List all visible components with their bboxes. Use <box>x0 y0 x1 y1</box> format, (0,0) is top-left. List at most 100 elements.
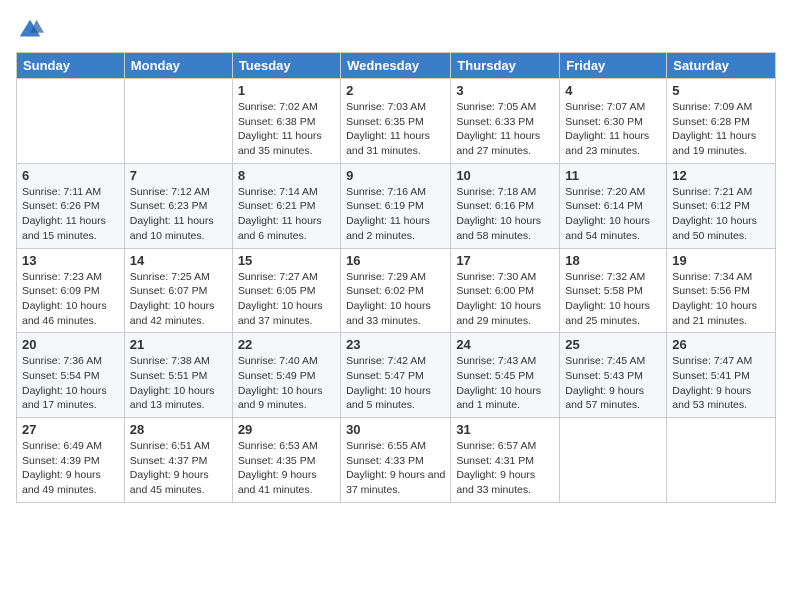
daylight-label: Daylight: 11 hours and 6 minutes. <box>238 215 322 242</box>
sunset-label: Sunset: 5:45 PM <box>456 370 534 382</box>
daylight-label: Daylight: 9 hours and 45 minutes. <box>130 469 209 496</box>
sunrise-label: Sunrise: 7:09 AM <box>672 101 752 113</box>
sunrise-label: Sunrise: 7:36 AM <box>22 355 102 367</box>
day-info: Sunrise: 7:23 AM Sunset: 6:09 PM Dayligh… <box>22 270 119 329</box>
day-header-monday: Monday <box>124 53 232 79</box>
daylight-label: Daylight: 9 hours and 41 minutes. <box>238 469 317 496</box>
calendar-cell: 13 Sunrise: 7:23 AM Sunset: 6:09 PM Dayl… <box>17 248 125 333</box>
calendar-cell: 26 Sunrise: 7:47 AM Sunset: 5:41 PM Dayl… <box>667 333 776 418</box>
day-info: Sunrise: 7:07 AM Sunset: 6:30 PM Dayligh… <box>565 100 661 159</box>
day-info: Sunrise: 7:02 AM Sunset: 6:38 PM Dayligh… <box>238 100 335 159</box>
calendar-cell: 1 Sunrise: 7:02 AM Sunset: 6:38 PM Dayli… <box>232 79 340 164</box>
calendar-cell: 30 Sunrise: 6:55 AM Sunset: 4:33 PM Dayl… <box>341 418 451 503</box>
sunrise-label: Sunrise: 7:20 AM <box>565 186 645 198</box>
daylight-label: Daylight: 10 hours and 54 minutes. <box>565 215 650 242</box>
day-number: 28 <box>130 422 227 437</box>
sunrise-label: Sunrise: 7:11 AM <box>22 186 101 198</box>
sunset-label: Sunset: 6:19 PM <box>346 200 424 212</box>
daylight-label: Daylight: 10 hours and 17 minutes. <box>22 385 107 412</box>
day-number: 8 <box>238 168 335 183</box>
daylight-label: Daylight: 11 hours and 23 minutes. <box>565 130 649 157</box>
page-header <box>16 16 776 44</box>
day-info: Sunrise: 7:40 AM Sunset: 5:49 PM Dayligh… <box>238 354 335 413</box>
day-info: Sunrise: 7:42 AM Sunset: 5:47 PM Dayligh… <box>346 354 445 413</box>
day-header-thursday: Thursday <box>451 53 560 79</box>
sunrise-label: Sunrise: 7:42 AM <box>346 355 426 367</box>
sunset-label: Sunset: 6:21 PM <box>238 200 316 212</box>
day-number: 6 <box>22 168 119 183</box>
sunrise-label: Sunrise: 6:53 AM <box>238 440 318 452</box>
day-number: 23 <box>346 337 445 352</box>
sunset-label: Sunset: 6:05 PM <box>238 285 316 297</box>
sunrise-label: Sunrise: 7:30 AM <box>456 271 536 283</box>
day-number: 9 <box>346 168 445 183</box>
daylight-label: Daylight: 11 hours and 10 minutes. <box>130 215 214 242</box>
daylight-label: Daylight: 10 hours and 21 minutes. <box>672 300 757 327</box>
calendar-cell: 2 Sunrise: 7:03 AM Sunset: 6:35 PM Dayli… <box>341 79 451 164</box>
sunrise-label: Sunrise: 7:32 AM <box>565 271 645 283</box>
day-info: Sunrise: 7:32 AM Sunset: 5:58 PM Dayligh… <box>565 270 661 329</box>
sunset-label: Sunset: 6:16 PM <box>456 200 534 212</box>
sunrise-label: Sunrise: 7:25 AM <box>130 271 210 283</box>
day-number: 31 <box>456 422 554 437</box>
calendar-cell: 31 Sunrise: 6:57 AM Sunset: 4:31 PM Dayl… <box>451 418 560 503</box>
day-info: Sunrise: 7:20 AM Sunset: 6:14 PM Dayligh… <box>565 185 661 244</box>
calendar-cell <box>667 418 776 503</box>
sunrise-label: Sunrise: 7:03 AM <box>346 101 426 113</box>
sunrise-label: Sunrise: 7:34 AM <box>672 271 752 283</box>
sunrise-label: Sunrise: 6:55 AM <box>346 440 426 452</box>
daylight-label: Daylight: 11 hours and 15 minutes. <box>22 215 106 242</box>
day-info: Sunrise: 7:25 AM Sunset: 6:07 PM Dayligh… <box>130 270 227 329</box>
day-info: Sunrise: 7:27 AM Sunset: 6:05 PM Dayligh… <box>238 270 335 329</box>
sunrise-label: Sunrise: 7:05 AM <box>456 101 536 113</box>
calendar-cell: 12 Sunrise: 7:21 AM Sunset: 6:12 PM Dayl… <box>667 163 776 248</box>
sunset-label: Sunset: 5:49 PM <box>238 370 316 382</box>
daylight-label: Daylight: 10 hours and 29 minutes. <box>456 300 541 327</box>
daylight-label: Daylight: 10 hours and 58 minutes. <box>456 215 541 242</box>
daylight-label: Daylight: 10 hours and 37 minutes. <box>238 300 323 327</box>
sunset-label: Sunset: 5:43 PM <box>565 370 643 382</box>
sunrise-label: Sunrise: 7:12 AM <box>130 186 210 198</box>
calendar-cell <box>17 79 125 164</box>
calendar-cell: 6 Sunrise: 7:11 AM Sunset: 6:26 PM Dayli… <box>17 163 125 248</box>
calendar-cell: 14 Sunrise: 7:25 AM Sunset: 6:07 PM Dayl… <box>124 248 232 333</box>
logo <box>16 16 48 44</box>
day-info: Sunrise: 7:03 AM Sunset: 6:35 PM Dayligh… <box>346 100 445 159</box>
daylight-label: Daylight: 10 hours and 9 minutes. <box>238 385 323 412</box>
day-info: Sunrise: 7:38 AM Sunset: 5:51 PM Dayligh… <box>130 354 227 413</box>
sunset-label: Sunset: 4:39 PM <box>22 455 100 467</box>
daylight-label: Daylight: 10 hours and 33 minutes. <box>346 300 431 327</box>
sunset-label: Sunset: 5:56 PM <box>672 285 750 297</box>
sunrise-label: Sunrise: 7:38 AM <box>130 355 210 367</box>
calendar-cell <box>560 418 667 503</box>
day-info: Sunrise: 7:09 AM Sunset: 6:28 PM Dayligh… <box>672 100 770 159</box>
day-number: 3 <box>456 83 554 98</box>
calendar-cell: 25 Sunrise: 7:45 AM Sunset: 5:43 PM Dayl… <box>560 333 667 418</box>
day-number: 2 <box>346 83 445 98</box>
day-number: 11 <box>565 168 661 183</box>
calendar-cell: 24 Sunrise: 7:43 AM Sunset: 5:45 PM Dayl… <box>451 333 560 418</box>
daylight-label: Daylight: 9 hours and 53 minutes. <box>672 385 751 412</box>
sunrise-label: Sunrise: 6:51 AM <box>130 440 210 452</box>
sunset-label: Sunset: 4:33 PM <box>346 455 424 467</box>
calendar-cell: 23 Sunrise: 7:42 AM Sunset: 5:47 PM Dayl… <box>341 333 451 418</box>
day-info: Sunrise: 6:53 AM Sunset: 4:35 PM Dayligh… <box>238 439 335 498</box>
sunrise-label: Sunrise: 6:49 AM <box>22 440 102 452</box>
day-number: 26 <box>672 337 770 352</box>
day-number: 17 <box>456 253 554 268</box>
calendar-week-row: 6 Sunrise: 7:11 AM Sunset: 6:26 PM Dayli… <box>17 163 776 248</box>
day-info: Sunrise: 7:11 AM Sunset: 6:26 PM Dayligh… <box>22 185 119 244</box>
day-info: Sunrise: 7:43 AM Sunset: 5:45 PM Dayligh… <box>456 354 554 413</box>
day-number: 20 <box>22 337 119 352</box>
daylight-label: Daylight: 10 hours and 5 minutes. <box>346 385 431 412</box>
sunset-label: Sunset: 6:26 PM <box>22 200 100 212</box>
sunrise-label: Sunrise: 7:02 AM <box>238 101 318 113</box>
sunset-label: Sunset: 6:09 PM <box>22 285 100 297</box>
day-number: 7 <box>130 168 227 183</box>
calendar-cell: 15 Sunrise: 7:27 AM Sunset: 6:05 PM Dayl… <box>232 248 340 333</box>
day-number: 18 <box>565 253 661 268</box>
sunrise-label: Sunrise: 7:07 AM <box>565 101 645 113</box>
day-info: Sunrise: 6:51 AM Sunset: 4:37 PM Dayligh… <box>130 439 227 498</box>
logo-icon <box>16 16 44 44</box>
day-info: Sunrise: 6:55 AM Sunset: 4:33 PM Dayligh… <box>346 439 445 498</box>
